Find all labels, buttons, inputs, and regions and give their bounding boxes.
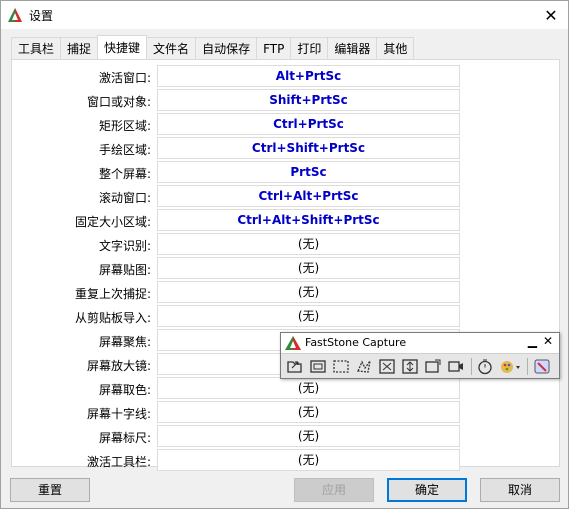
hotkey-input[interactable]: (无) [157,449,460,471]
close-icon[interactable]: ✕ [543,334,553,348]
hotkey-label: 屏幕贴图: [98,263,151,277]
hotkey-label: 重复上次捕捉: [74,287,151,301]
hotkey-row: 矩形区域: Ctrl+PrtSc [12,112,561,136]
tab-strip: 工具栏 捕捉 快捷键 文件名 自动保存 FTP 打印 编辑器 其他 [11,35,415,59]
hotkey-label: 滚动窗口: [98,191,151,205]
faststone-capture-toolbar[interactable]: FastStone Capture ▁ ✕ [280,332,560,379]
tab-3[interactable]: 文件名 [146,37,197,59]
capture-window-icon[interactable] [309,358,327,375]
toolbar-title-bar[interactable]: FastStone Capture ▁ ✕ [281,333,559,353]
capture-rectangle-icon[interactable] [332,358,350,375]
minimize-icon[interactable]: ▁ [528,334,537,348]
hotkey-input[interactable]: PrtSc [157,161,460,183]
settings-menu-icon[interactable] [533,358,551,375]
hotkeys-panel: 激活窗口: Alt+PrtSc 窗口或对象: Shift+PrtSc 矩形区域: Ctrl… [11,59,560,471]
hotkey-list: 激活窗口: Alt+PrtSc 窗口或对象: Shift+PrtSc 矩形区域: Ctrl… [12,64,561,472]
hotkey-input[interactable]: Alt+PrtSc [157,65,460,87]
hotkey-row: 激活工具栏: (无) [12,448,561,472]
toolbar-separator [527,358,528,375]
hotkey-row: 屏幕十字线: (无) [12,400,561,424]
hotkey-input[interactable]: (无) [157,377,460,399]
capture-fixed-region-icon[interactable] [424,358,442,375]
settings-window: 设置 ✕ 工具栏 捕捉 快捷键 文件名 自动保存 FTP 打印 编辑器 其他 激活窗口: Alt+… [0,0,569,509]
toolbar-separator [471,358,472,375]
tab-2[interactable]: 快捷键 [97,35,148,59]
window-title: 设置 [29,9,54,23]
tab-4[interactable]: 自动保存 [195,37,258,59]
hotkey-label: 窗口或对象: [86,95,151,109]
tab-7[interactable]: 编辑器 [327,37,378,59]
hotkey-input[interactable]: (无) [157,281,460,303]
capture-freehand-icon[interactable] [355,358,373,375]
hotkey-label: 手绘区域: [98,143,151,157]
close-icon[interactable]: ✕ [534,1,568,29]
toolbar-title: FastStone Capture [305,336,407,349]
hotkey-input[interactable]: (无) [157,425,460,447]
hotkey-row: 屏幕取色: (无) [12,376,561,400]
hotkey-row: 从剪贴板导入: (无) [12,304,561,328]
tab-1[interactable]: 捕捉 [60,37,99,59]
hotkey-label: 激活窗口: [98,71,151,85]
hotkey-label: 激活工具栏: [86,455,151,469]
app-logo-icon [8,8,22,22]
apply-button[interactable]: 应用 [294,478,374,502]
ok-button[interactable]: 确定 [387,478,467,502]
screen-recorder-icon[interactable] [447,358,465,375]
hotkey-label: 屏幕标尺: [98,431,151,445]
hotkey-row: 手绘区域: Ctrl+Shift+PrtSc [12,136,561,160]
output-destination-icon[interactable] [499,358,523,375]
tab-6[interactable]: 打印 [290,37,329,59]
hotkey-label: 整个屏幕: [98,167,151,181]
hotkey-input[interactable]: (无) [157,401,460,423]
hotkey-row: 重复上次捕捉: (无) [12,280,561,304]
tab-0[interactable]: 工具栏 [11,37,62,59]
toolbar-icon-row [281,353,559,378]
hotkey-row: 激活窗口: Alt+PrtSc [12,64,561,88]
hotkey-label: 文字识别: [98,239,151,253]
hotkey-label: 从剪贴板导入: [74,311,151,325]
hotkey-row: 滚动窗口: Ctrl+Alt+PrtSc [12,184,561,208]
hotkey-row: 整个屏幕: PrtSc [12,160,561,184]
hotkey-label: 屏幕十字线: [86,407,151,421]
title-bar[interactable]: 设置 ✕ [1,1,568,29]
tab-5[interactable]: FTP [256,37,292,59]
hotkey-input[interactable]: (无) [157,233,460,255]
hotkey-input[interactable]: Ctrl+Alt+Shift+PrtSc [157,209,460,231]
hotkey-input[interactable]: Ctrl+Alt+PrtSc [157,185,460,207]
hotkey-label: 矩形区域: [98,119,151,133]
reset-button[interactable]: 重置 [10,478,90,502]
hotkey-input[interactable]: Ctrl+Shift+PrtSc [157,137,460,159]
open-file-icon[interactable] [286,358,304,375]
hotkey-label: 屏幕取色: [98,383,151,397]
hotkey-label: 固定大小区域: [74,215,151,229]
capture-fullscreen-icon[interactable] [378,358,396,375]
cancel-button[interactable]: 取消 [480,478,560,502]
hotkey-row: 文字识别: (无) [12,232,561,256]
hotkey-row: 窗口或对象: Shift+PrtSc [12,88,561,112]
tab-8[interactable]: 其他 [376,37,415,59]
hotkey-input[interactable]: Shift+PrtSc [157,89,460,111]
hotkey-label: 屏幕放大镜: [86,359,151,373]
hotkey-row: 屏幕贴图: (无) [12,256,561,280]
hotkey-row: 屏幕标尺: (无) [12,424,561,448]
faststone-logo-icon [285,336,301,350]
hotkey-input[interactable]: Ctrl+PrtSc [157,113,460,135]
hotkey-label: 屏幕聚焦: [98,335,151,349]
capture-scrolling-icon[interactable] [401,358,419,375]
hotkey-input[interactable]: (无) [157,305,460,327]
hotkey-row: 固定大小区域: Ctrl+Alt+Shift+PrtSc [12,208,561,232]
delay-timer-icon[interactable] [476,358,494,375]
hotkey-input[interactable]: (无) [157,257,460,279]
